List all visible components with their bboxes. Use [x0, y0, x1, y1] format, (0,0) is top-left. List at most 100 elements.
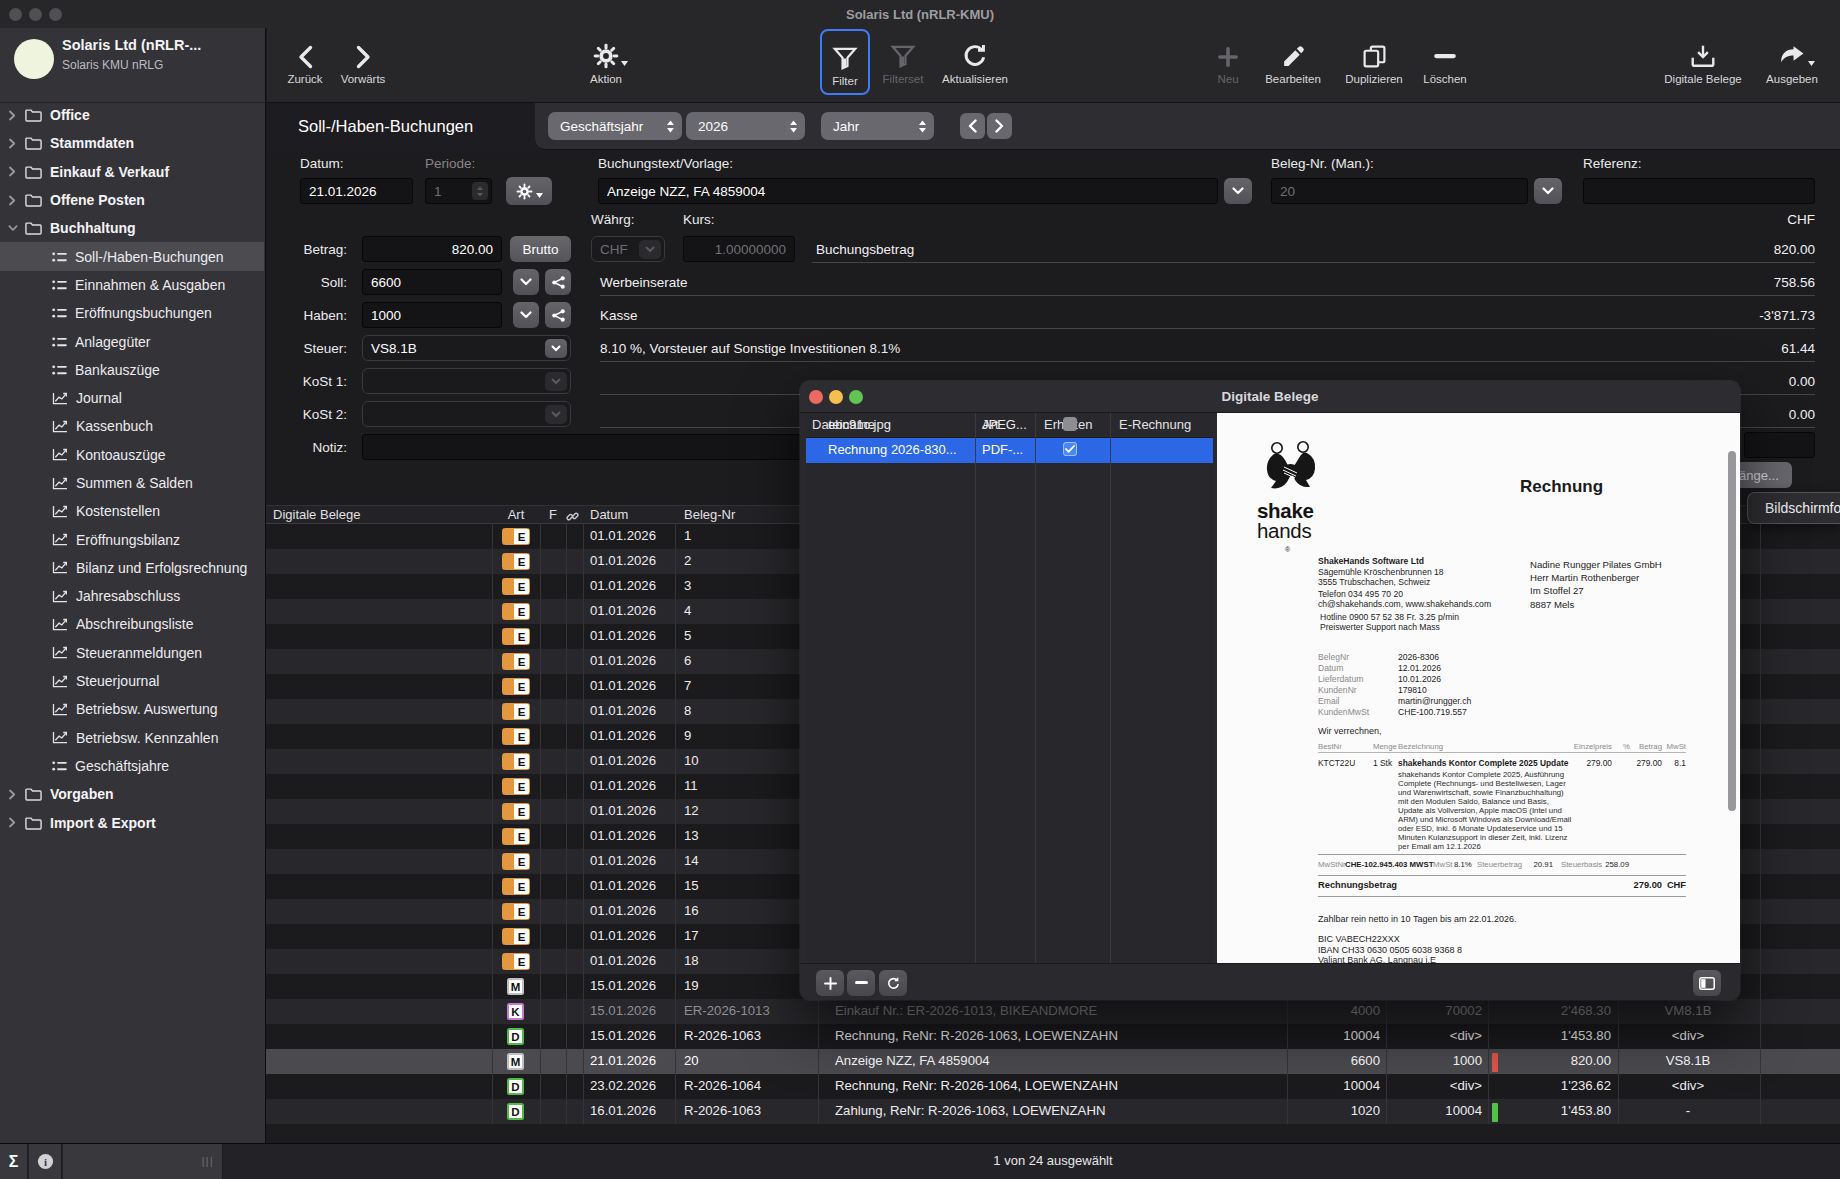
prev-period-button[interactable]	[960, 113, 985, 139]
booking-row[interactable]: K15.01.2026ER-2026-1013Einkauf Nr.: ER-2…	[266, 999, 1840, 1024]
period-type-select[interactable]: Geschäftsjahr	[548, 112, 682, 140]
minimize-window-icon[interactable]	[29, 8, 42, 21]
toolbar-filterset-button[interactable]: Filterset	[873, 31, 933, 97]
zoom-window-icon[interactable]	[49, 8, 62, 21]
booking-row[interactable]: D16.01.2026R-2026-1063Zahlung, ReNr: R-2…	[266, 1099, 1840, 1124]
toggle-preview-button[interactable]	[1693, 970, 1721, 996]
chevron-right-icon[interactable]	[8, 110, 18, 121]
sidebar-item-eröffnungsbuchungen[interactable]: Eröffnungsbuchungen	[0, 299, 264, 327]
sidebar-item-einnahmen-ausgaben[interactable]: Einnahmen & Ausgaben	[0, 271, 264, 299]
file-row[interactable]: ebc91c.jpgJPEG...	[806, 413, 1213, 438]
remove-file-button[interactable]	[847, 970, 875, 996]
sidebar-item-steuerjournal[interactable]: Steuerjournal	[0, 667, 264, 695]
sidebar-item-einkauf-verkauf[interactable]: Einkauf & Verkauf	[0, 158, 264, 186]
sidebar-item-summen-salden[interactable]: Summen & Salden	[0, 469, 264, 497]
periode-input[interactable]: 1	[425, 178, 492, 204]
sidebar-item-bankauszüge[interactable]: Bankauszüge	[0, 356, 264, 384]
sidebar-item-betriebsw-auswertung[interactable]: Betriebsw. Auswertung	[0, 695, 264, 723]
sidebar-item-offene-posten[interactable]: Offene Posten	[0, 186, 264, 214]
sidebar-item-bilanz-und-erfolgsrechnung[interactable]: Bilanz und Erfolgsrechnung	[0, 554, 264, 582]
sidebar-item-kostenstellen[interactable]: Kostenstellen	[0, 497, 264, 525]
col-datum[interactable]: Datum	[590, 507, 628, 522]
sidebar-item-stammdaten[interactable]: Stammdaten	[0, 129, 264, 157]
haben-dropdown-button[interactable]	[513, 302, 539, 328]
info-button[interactable]: i	[29, 1144, 62, 1179]
buchungstext-dropdown-button[interactable]	[1224, 178, 1252, 204]
refresh-files-button[interactable]	[879, 970, 907, 996]
betrag-input[interactable]: 820.00	[362, 236, 502, 262]
sidebar-item-journal[interactable]: Journal	[0, 384, 264, 412]
sidebar-item-soll-haben-buchungen[interactable]: Soll-/Haben-Buchungen	[0, 242, 264, 270]
range-select[interactable]: Jahr	[821, 112, 934, 140]
buchungstext-input[interactable]: Anzeige NZZ, FA 4859004	[598, 178, 1218, 204]
sidebar-item-betriebsw-kennzahlen[interactable]: Betriebsw. Kennzahlen	[0, 724, 264, 752]
chevron-right-icon[interactable]	[8, 138, 18, 149]
kurs-input[interactable]: 1.00000000	[683, 236, 795, 262]
sidebar-item-anlagegüter[interactable]: Anlagegüter	[0, 327, 264, 355]
sidebar-item-steueranmeldungen[interactable]: Steueranmeldungen	[0, 639, 264, 667]
toolbar-filter-button[interactable]: Filter	[820, 29, 870, 95]
soll-konto-input[interactable]: 6600	[362, 269, 502, 295]
toolbar-ausgeben-button[interactable]: Ausgeben	[1756, 31, 1828, 97]
waehrung-select[interactable]: CHF	[591, 236, 665, 262]
chevron-right-icon[interactable]	[8, 195, 18, 206]
toolbar-zurueck-button[interactable]: Zurück	[282, 31, 328, 97]
chevron-down-icon[interactable]	[8, 224, 18, 232]
toolbar-duplizieren-button[interactable]: Duplizieren	[1332, 31, 1416, 97]
anhaenge-button[interactable]: änge...	[1735, 462, 1792, 488]
chevron-right-icon[interactable]	[8, 789, 18, 800]
toolbar-loeschen-button[interactable]: Löschen	[1414, 31, 1476, 97]
sidebar-item-geschäftsjahre[interactable]: Geschäftsjahre	[0, 752, 264, 780]
sidebar-item-jahresabschluss[interactable]: Jahresabschluss	[0, 582, 264, 610]
year-select[interactable]: 2026	[686, 112, 805, 140]
sidebar-item-import-export[interactable]: Import & Export	[0, 808, 264, 836]
booking-row[interactable]: D23.02.2026R-2026-1064Rechnung, ReNr: R-…	[266, 1074, 1840, 1099]
sidebar-item-buchhaltung[interactable]: Buchhaltung	[0, 214, 264, 242]
col-f[interactable]: F	[540, 507, 566, 522]
kost1-select[interactable]	[362, 368, 571, 394]
booking-gear-button[interactable]	[506, 177, 552, 205]
stepper-icon[interactable]	[472, 182, 488, 200]
chevron-right-icon[interactable]	[8, 166, 18, 177]
bildschirmfoto-button[interactable]: Bildschirmfo	[1747, 492, 1840, 524]
minimize-icon[interactable]	[829, 390, 843, 404]
col-art[interactable]: Art	[492, 507, 540, 522]
toolbar-aktion-button[interactable]: Aktion	[573, 31, 639, 97]
toolbar-bearbeiten-button[interactable]: Bearbeiten	[1252, 31, 1334, 97]
sidebar-item-abschreibungsliste[interactable]: Abschreibungsliste	[0, 610, 264, 638]
sidebar-item-kontoauszüge[interactable]: Kontoauszüge	[0, 441, 264, 469]
soll-dropdown-button[interactable]	[513, 269, 539, 295]
haben-share-button[interactable]	[545, 302, 571, 328]
belegnr-input[interactable]: 20	[1271, 178, 1528, 204]
sidebar-item-office[interactable]: Office	[0, 101, 264, 129]
sidebar-item-eröffnungsbilanz[interactable]: Eröffnungsbilanz	[0, 525, 264, 553]
col-digitale-belege[interactable]: Digitale Belege	[273, 507, 360, 522]
sidebar-item-kassenbuch[interactable]: Kassenbuch	[0, 412, 264, 440]
belegnr-dropdown-button[interactable]	[1534, 178, 1562, 204]
file-row[interactable]: Rechnung 2026-830...PDF-...	[806, 438, 1213, 463]
close-window-icon[interactable]	[9, 8, 22, 21]
toolbar-vorwaerts-button[interactable]: Vorwärts	[332, 31, 394, 97]
link-icon[interactable]	[566, 507, 583, 523]
next-period-button[interactable]	[987, 113, 1012, 139]
soll-share-button[interactable]	[545, 269, 571, 295]
toolbar-digitale-belege-button[interactable]: Digitale Belege	[1652, 31, 1754, 97]
booking-row[interactable]: D15.01.2026R-2026-1063Rechnung, ReNr: R-…	[266, 1024, 1840, 1049]
close-icon[interactable]	[809, 390, 823, 404]
col-belegnr[interactable]: Beleg-Nr	[684, 507, 735, 522]
checkbox-unchecked[interactable]	[1063, 417, 1077, 431]
zoom-icon[interactable]	[849, 390, 863, 404]
preview-scrollbar[interactable]	[1728, 451, 1736, 811]
steuer-select[interactable]: VS8.1B	[362, 335, 571, 361]
toolbar-neu-button[interactable]: Neu	[1206, 31, 1250, 97]
sidebar-item-vorgaben[interactable]: Vorgaben	[0, 780, 264, 808]
toolbar-aktualisieren-button[interactable]: Aktualisieren	[933, 31, 1017, 97]
chevron-right-icon[interactable]	[8, 817, 18, 828]
datum-input[interactable]: 21.01.2026	[300, 178, 413, 204]
kost2-select[interactable]	[362, 401, 571, 427]
brutto-button[interactable]: Brutto	[510, 236, 571, 262]
booking-row[interactable]: M21.01.202620Anzeige NZZ, FA 48590046600…	[266, 1049, 1840, 1074]
right-edge-field[interactable]	[1744, 432, 1815, 458]
haben-konto-input[interactable]: 1000	[362, 302, 502, 328]
sum-button[interactable]: Σ	[0, 1144, 28, 1179]
